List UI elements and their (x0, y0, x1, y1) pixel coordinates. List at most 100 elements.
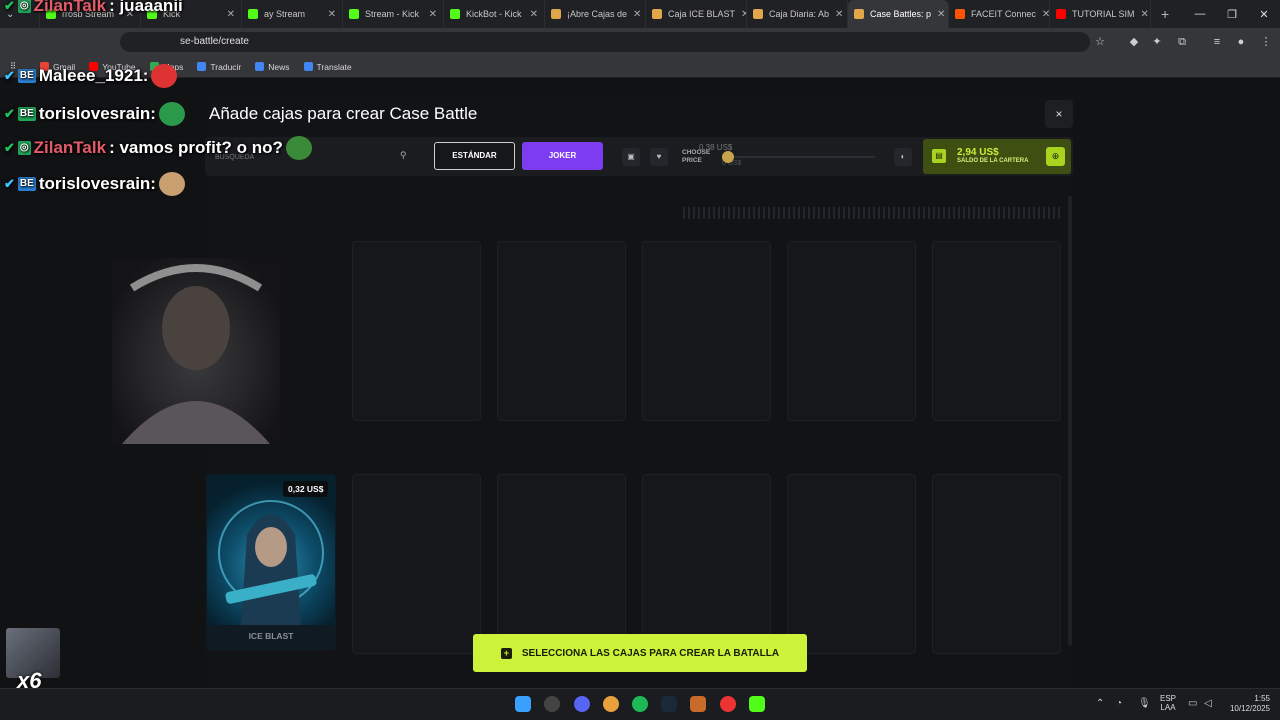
standard-mode-button[interactable]: ESTÁNDAR (434, 142, 515, 170)
close-tab-icon[interactable]: ✕ (735, 9, 746, 20)
close-tab-icon[interactable]: ✕ (1135, 9, 1149, 20)
add-funds-button[interactable]: ⊕ (1046, 147, 1065, 166)
verified-check-icon: ✔ (4, 106, 15, 121)
case-name: ICE BLAST (248, 631, 294, 641)
browser-tab[interactable]: FACEIT Connec ✕ (949, 0, 1050, 28)
tab-label: Stream - Kick (365, 9, 420, 19)
modal-scrollbar[interactable] (1068, 196, 1072, 646)
tab-label: FACEIT Connec (971, 9, 1036, 19)
crate-filter-icon[interactable]: ▣ (622, 148, 640, 166)
case-slot[interactable] (352, 474, 481, 654)
case-price-badge: 0,32 US$ (283, 481, 329, 497)
joker-mode-button[interactable]: JOKER (522, 142, 603, 170)
favorite-heart-icon[interactable]: ♥ (650, 148, 668, 166)
case-slot[interactable] (787, 241, 916, 421)
browser-tab[interactable]: Caja ICE BLAST✕ (646, 0, 747, 28)
close-window-button[interactable]: ✕ (1248, 8, 1280, 21)
badge-icon: ◎ (17, 0, 31, 13)
steam-icon[interactable] (661, 696, 677, 712)
url-field[interactable]: se-battle/create (120, 32, 1090, 52)
case-slot[interactable] (787, 474, 916, 654)
minimize-button[interactable]: — (1184, 8, 1216, 20)
puzzle-icon[interactable]: ⧉ (1175, 35, 1189, 49)
browser-tab[interactable]: TUTORIAL SIM ✕ (1050, 0, 1151, 28)
close-tab-icon[interactable]: ✕ (221, 9, 235, 20)
restore-button[interactable]: ❐ (1216, 8, 1248, 21)
close-tab-icon[interactable]: ✕ (1036, 9, 1049, 20)
media-icon[interactable]: ≡ (1210, 35, 1224, 49)
badge-icon: ◎ (17, 141, 31, 155)
close-tab-icon[interactable]: ✕ (931, 9, 945, 20)
tray-chevron-icon[interactable]: ⌃ (1096, 698, 1104, 709)
clock[interactable]: 1:55 10/12/2025 (1226, 694, 1270, 714)
app-icon[interactable] (690, 696, 706, 712)
close-tab-icon[interactable]: ✕ (423, 9, 437, 20)
tab-favicon-icon (753, 9, 763, 19)
tab-label: TUTORIAL SIM (1072, 9, 1135, 19)
verified-check-icon: ✔ (4, 176, 15, 191)
bookmark-favicon-icon (255, 62, 265, 71)
tab-favicon-icon (551, 9, 561, 19)
emote-icon (151, 64, 178, 88)
kick-icon[interactable] (749, 696, 765, 712)
app-icon[interactable] (544, 696, 560, 712)
search-icon[interactable]: ⚲ (400, 150, 412, 162)
browser-tab[interactable]: ay Stream ✕ (242, 0, 343, 28)
spotify-icon[interactable] (632, 696, 648, 712)
chat-message: ✔ BE Maleee_1921: (4, 64, 178, 88)
bookmark-favicon-icon (197, 62, 207, 71)
close-modal-button[interactable]: × (1045, 100, 1073, 128)
sort-icon[interactable]: ◐ (894, 148, 912, 166)
chrome-icon[interactable] (603, 696, 619, 712)
create-battle-label: SELECCIONA LAS CAJAS PARA CREAR LA BATAL… (521, 647, 780, 659)
webcam-overlay (112, 258, 280, 444)
start-icon[interactable] (515, 696, 531, 712)
volume-icon[interactable]: ◁ (1204, 698, 1212, 709)
case-slot[interactable] (642, 474, 771, 654)
tab-favicon-icon (248, 9, 258, 19)
close-tab-icon[interactable]: ✕ (524, 9, 538, 20)
create-battle-button[interactable]: + SELECCIONA LAS CAJAS PARA CREAR LA BAT… (473, 634, 807, 672)
tray-app-icon[interactable]: ◔ (1116, 698, 1122, 709)
tab-label: Case Battles: p (870, 9, 932, 19)
case-slot[interactable] (497, 474, 626, 654)
verified-check-icon: ✔ (4, 68, 15, 83)
browser-tab[interactable]: ¡Abre Cajas de ✕ (545, 0, 646, 28)
close-tab-icon[interactable]: ✕ (322, 9, 336, 20)
bookmark-star-icon[interactable]: ☆ (1093, 35, 1107, 49)
close-tab-icon[interactable]: ✕ (829, 9, 843, 20)
close-tab-icon[interactable]: ✕ (627, 9, 641, 20)
wallet-amount: 2,94 US$ (957, 147, 999, 158)
new-tab-button[interactable]: + (1151, 6, 1179, 22)
case-artwork-image (207, 475, 335, 625)
network-icon[interactable]: ▭ (1188, 698, 1197, 709)
pepe-emote-icon (285, 136, 312, 160)
case-slot[interactable] (642, 241, 771, 421)
microphone-icon[interactable]: 🎙 (1138, 698, 1151, 709)
badge-icon: BE (17, 177, 36, 191)
browser-tab[interactable]: Case Battles: p ✕ (848, 0, 949, 28)
price-slider-handle[interactable] (722, 151, 734, 163)
browser-tab[interactable]: Caja Diaria: Ab ✕ (747, 0, 848, 28)
browser-tab[interactable]: KickBot - Kick ✕ (444, 0, 545, 28)
discord-icon[interactable] (574, 696, 590, 712)
tab-strip: rrosb Stream ✕ Kick ✕ ay Stream ✕ Stream - Kic… (40, 0, 1151, 28)
bookmark-item[interactable]: Traducir (197, 62, 241, 72)
app-icon[interactable] (720, 696, 736, 712)
bookmark-item[interactable]: News (255, 61, 290, 72)
case-slot[interactable] (932, 474, 1061, 654)
bookmark-label: News (268, 61, 290, 72)
browser-tab[interactable]: Stream - Kick ✕ (343, 0, 444, 28)
price-slider-track[interactable] (725, 156, 875, 158)
bookmark-item[interactable]: Translate (303, 62, 352, 72)
profile-avatar[interactable]: ● (1234, 35, 1248, 49)
wallet-label: SALDO DE LA CARTERA (957, 158, 1029, 164)
case-slot[interactable] (352, 241, 481, 421)
bookmark-favicon-icon (303, 62, 313, 71)
language-indicator[interactable]: ESP LAA (1160, 694, 1176, 712)
extension-icon[interactable]: ✦ (1150, 35, 1164, 49)
case-slot[interactable] (932, 241, 1061, 421)
extension-icon[interactable]: ◆ (1127, 35, 1141, 49)
menu-icon[interactable]: ⋮ (1259, 35, 1273, 49)
case-slot[interactable] (497, 241, 626, 421)
